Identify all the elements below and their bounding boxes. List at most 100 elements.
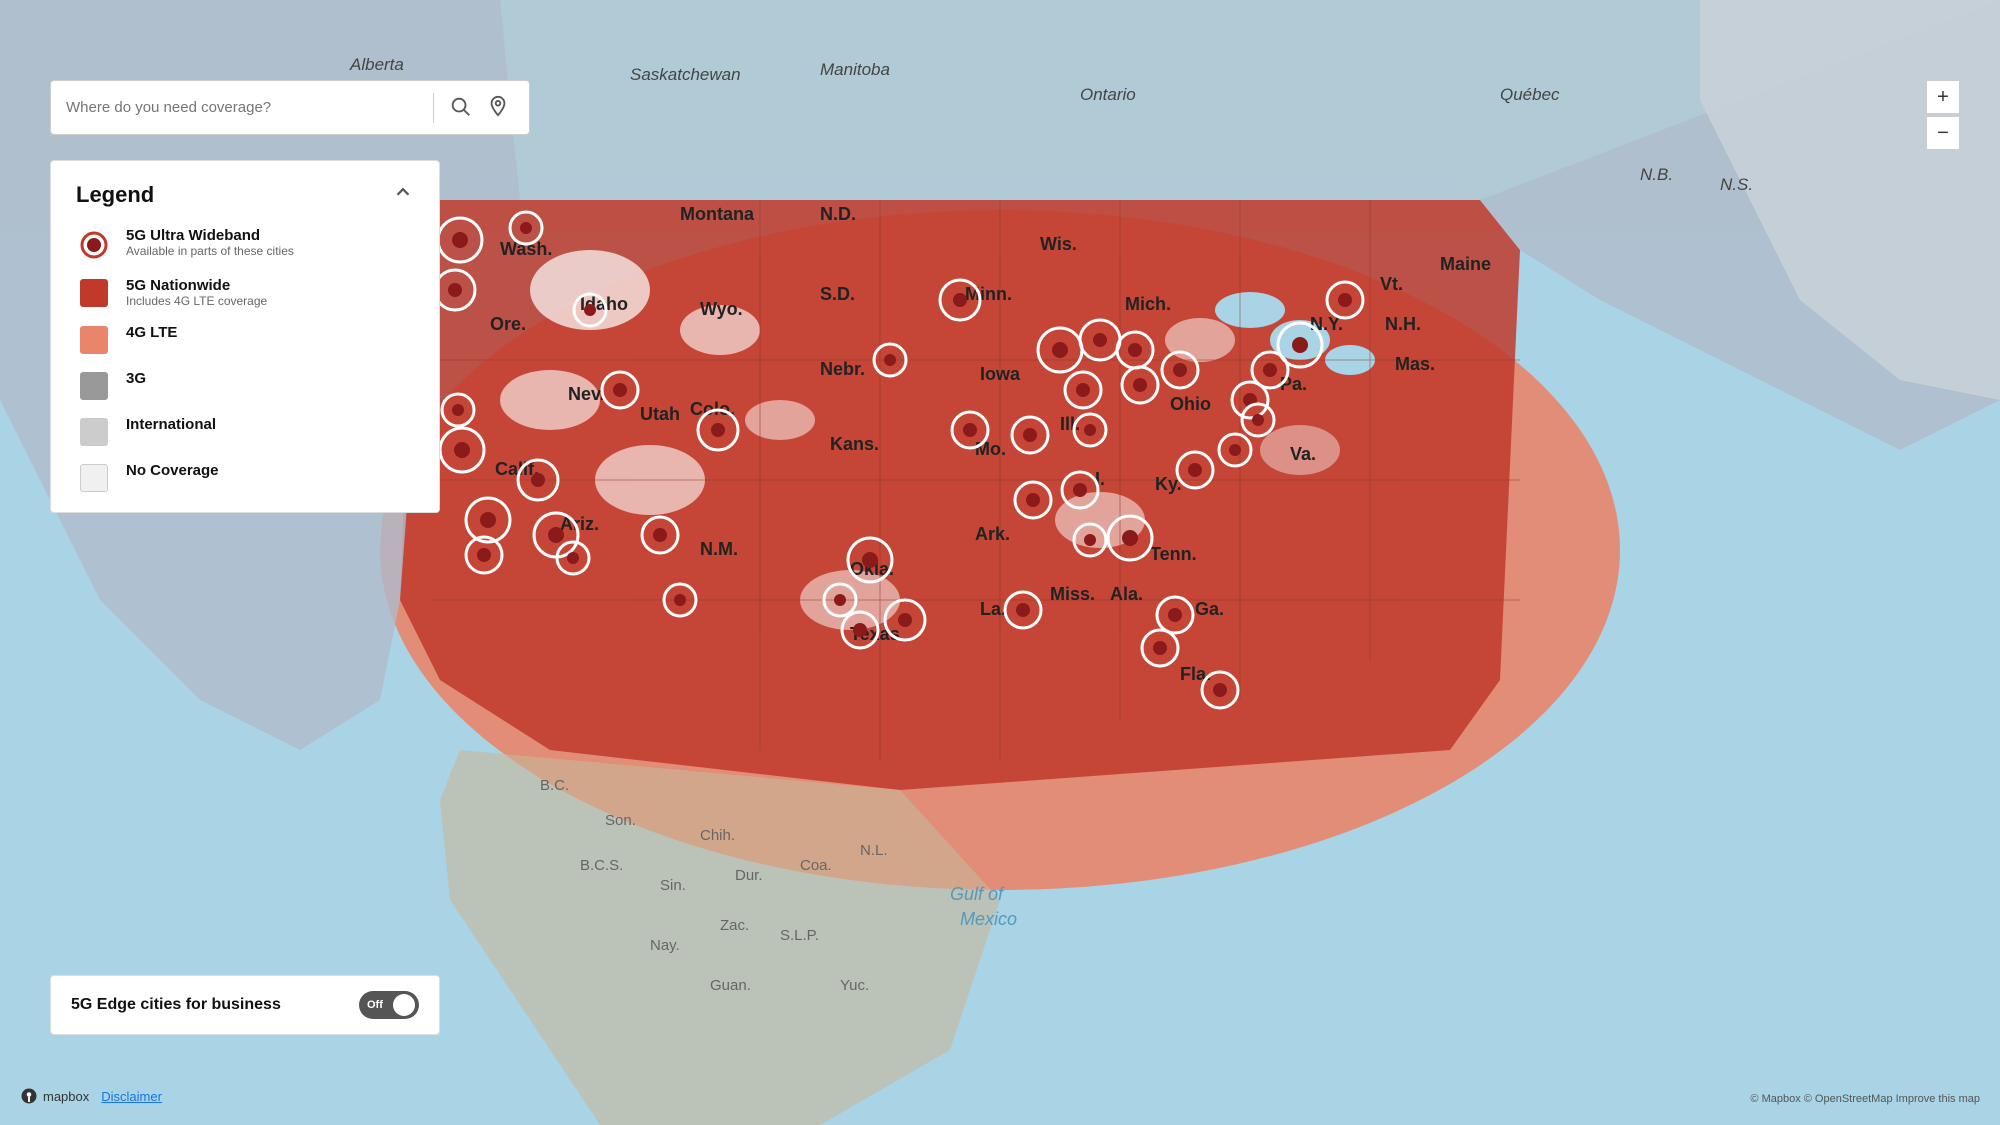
svg-text:La.: La. <box>980 599 1006 619</box>
svg-text:Vt.: Vt. <box>1380 274 1403 294</box>
legend-text-5g-ultra: 5G Ultra Wideband Available in parts of … <box>126 227 414 258</box>
legend-item-international: International <box>76 416 414 446</box>
svg-text:Mich.: Mich. <box>1125 294 1171 314</box>
svg-text:B.C.: B.C. <box>540 777 569 794</box>
svg-text:Ill.: Ill. <box>1060 414 1080 434</box>
svg-text:Alberta: Alberta <box>349 55 404 74</box>
svg-text:Montana: Montana <box>680 204 755 224</box>
svg-text:N.H.: N.H. <box>1385 314 1421 334</box>
legend-collapse-button[interactable] <box>392 181 414 209</box>
svg-text:Nay.: Nay. <box>650 937 680 954</box>
svg-text:Colo.: Colo. <box>690 399 735 419</box>
zoom-out-button[interactable]: − <box>1926 116 1960 150</box>
svg-text:Nev.: Nev. <box>568 384 605 404</box>
legend-icon-no-coverage <box>76 464 112 492</box>
svg-text:Va.: Va. <box>1290 444 1316 464</box>
svg-text:Ohio: Ohio <box>1170 394 1211 414</box>
legend-icon-international <box>76 418 112 446</box>
svg-text:Miss.: Miss. <box>1050 584 1095 604</box>
svg-text:Ark.: Ark. <box>975 524 1010 544</box>
attribution-text: © Mapbox © OpenStreetMap Improve this ma… <box>1750 1093 1980 1105</box>
svg-text:Ore.: Ore. <box>490 314 526 334</box>
search-input[interactable] <box>66 99 423 116</box>
attribution: © Mapbox © OpenStreetMap Improve this ma… <box>1750 1093 1980 1105</box>
location-button[interactable] <box>482 90 514 125</box>
svg-text:S.D.: S.D. <box>820 284 855 304</box>
svg-text:Sin.: Sin. <box>660 877 686 894</box>
svg-text:Tenn.: Tenn. <box>1150 544 1197 564</box>
edge-label: 5G Edge cities for business <box>71 996 281 1014</box>
legend-icon-4g-lte <box>76 326 112 354</box>
legend-item-no-coverage: No Coverage <box>76 462 414 492</box>
mapbox-icon <box>20 1087 38 1105</box>
legend-text-international: International <box>126 416 414 433</box>
svg-text:Mexico: Mexico <box>960 909 1017 929</box>
svg-text:Iowa: Iowa <box>980 364 1021 384</box>
svg-text:N.D.: N.D. <box>820 204 856 224</box>
legend-icon-5g-ultra <box>76 229 112 261</box>
chevron-up-icon <box>392 181 414 203</box>
legend-title: Legend <box>76 182 154 208</box>
svg-text:Ontario: Ontario <box>1080 85 1136 104</box>
legend-icon-3g <box>76 372 112 400</box>
footer: mapbox Disclaimer <box>20 1087 162 1105</box>
search-divider <box>433 93 434 123</box>
legend-icon-5g-nationwide <box>76 279 112 307</box>
svg-text:Wyo.: Wyo. <box>700 299 743 319</box>
svg-text:N.L.: N.L. <box>860 842 888 859</box>
search-icon <box>449 95 471 117</box>
svg-text:N.S.: N.S. <box>1720 175 1753 194</box>
svg-text:Dur.: Dur. <box>735 867 763 884</box>
svg-text:Québec: Québec <box>1500 85 1560 104</box>
svg-text:Wash.: Wash. <box>500 239 552 259</box>
legend-text-5g-nationwide: 5G Nationwide Includes 4G LTE coverage <box>126 277 414 308</box>
legend-item-5g-ultra: 5G Ultra Wideband Available in parts of … <box>76 227 414 261</box>
svg-text:Mas.: Mas. <box>1395 354 1435 374</box>
edge-toggle[interactable]: Off <box>359 991 419 1019</box>
search-bar <box>50 80 530 135</box>
svg-text:Maine: Maine <box>1440 254 1491 274</box>
svg-text:N.M.: N.M. <box>700 539 738 559</box>
svg-text:Ala.: Ala. <box>1110 584 1143 604</box>
svg-text:Nebr.: Nebr. <box>820 359 865 379</box>
svg-text:Manitoba: Manitoba <box>820 60 890 79</box>
legend-header: Legend <box>76 181 414 209</box>
svg-text:Ga.: Ga. <box>1195 599 1224 619</box>
legend-text-4g-lte: 4G LTE <box>126 324 414 341</box>
legend-item-3g: 3G <box>76 370 414 400</box>
svg-text:Kans.: Kans. <box>830 434 879 454</box>
edge-panel: 5G Edge cities for business Off <box>50 975 440 1035</box>
svg-text:Utah: Utah <box>640 404 680 424</box>
svg-text:Pa.: Pa. <box>1280 374 1307 394</box>
svg-text:N.B.: N.B. <box>1640 165 1673 184</box>
svg-text:S.L.P.: S.L.P. <box>780 927 819 944</box>
zoom-controls: + − <box>1926 80 1960 150</box>
svg-text:B.C.S.: B.C.S. <box>580 857 623 874</box>
location-icon <box>487 95 509 117</box>
toggle-knob <box>393 994 415 1016</box>
map-container[interactable]: Wash. Ore. Calif. Idaho Nev. Ariz. Monta… <box>0 0 2000 1125</box>
svg-text:Chih.: Chih. <box>700 827 735 844</box>
search-button[interactable] <box>444 90 476 125</box>
toggle-off-label: Off <box>367 999 383 1011</box>
zoom-in-button[interactable]: + <box>1926 80 1960 114</box>
legend-text-3g: 3G <box>126 370 414 387</box>
svg-text:Wis.: Wis. <box>1040 234 1077 254</box>
svg-text:Gulf of: Gulf of <box>950 884 1005 904</box>
svg-text:Coa.: Coa. <box>800 857 832 874</box>
mapbox-logo: mapbox <box>20 1087 89 1105</box>
legend-item-5g-nationwide: 5G Nationwide Includes 4G LTE coverage <box>76 277 414 308</box>
svg-text:Saskatchewan: Saskatchewan <box>630 65 741 84</box>
legend-panel: Legend 5G Ultra Wideband Available in pa… <box>50 160 440 513</box>
mapbox-label: mapbox <box>43 1089 89 1104</box>
legend-item-4g-lte: 4G LTE <box>76 324 414 354</box>
disclaimer-link[interactable]: Disclaimer <box>101 1089 162 1104</box>
legend-text-no-coverage: No Coverage <box>126 462 414 479</box>
svg-text:Minn.: Minn. <box>965 284 1012 304</box>
svg-text:Fla.: Fla. <box>1180 664 1211 684</box>
svg-text:Mo.: Mo. <box>975 439 1006 459</box>
svg-text:Guan.: Guan. <box>710 977 751 994</box>
svg-text:Son.: Son. <box>605 812 636 829</box>
svg-text:Zac.: Zac. <box>720 917 749 934</box>
svg-text:Yuc.: Yuc. <box>840 977 869 994</box>
